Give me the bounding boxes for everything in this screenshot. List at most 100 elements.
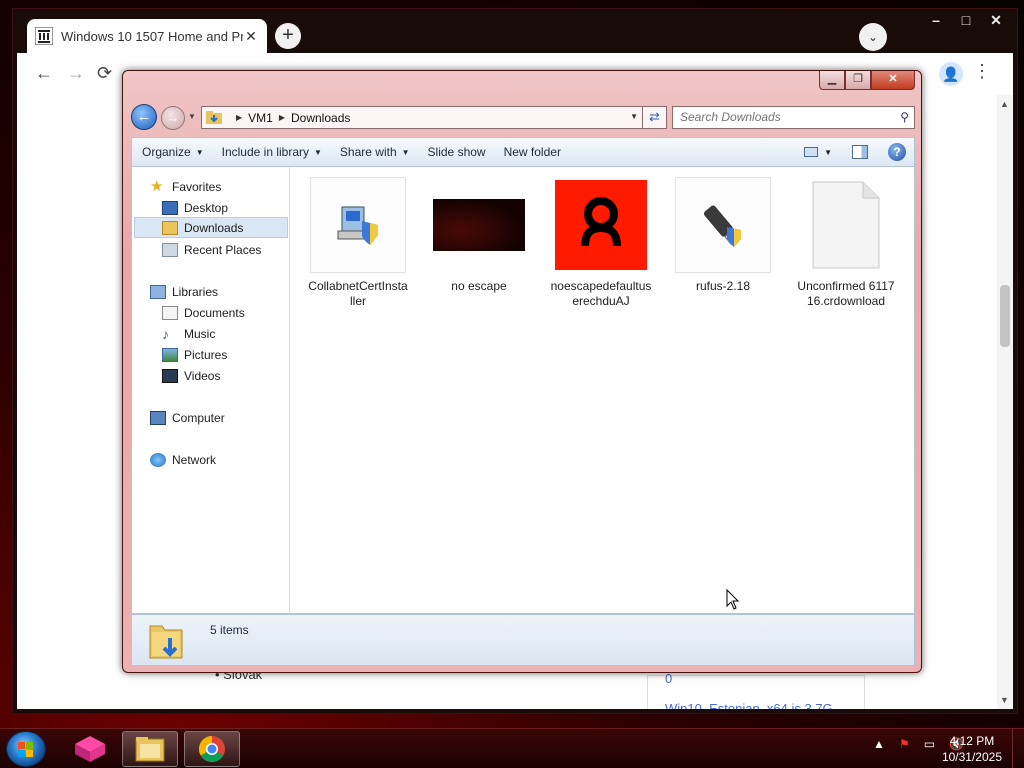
nav-pictures-label: Pictures (184, 347, 228, 362)
explorer-maximize-button[interactable]: ❐ (845, 71, 871, 90)
scroll-up-arrow-icon[interactable]: ▲ (1000, 99, 1009, 109)
recent-pages-dropdown-icon[interactable]: ▼ (188, 112, 196, 121)
chevron-down-icon: ▼ (314, 147, 322, 157)
back-button[interactable]: ← (131, 104, 157, 130)
download-link-estonian[interactable]: Win10_Estonian_x64.is 3.7G (665, 701, 833, 709)
include-in-library-menu[interactable]: Include in library ▼ (213, 138, 331, 166)
navigation-pane[interactable]: ★ Favorites Desktop Downloads Recent Pla… (132, 167, 290, 613)
share-with-menu[interactable]: Share with ▼ (331, 138, 419, 166)
film-strip-icon (162, 368, 178, 383)
nav-network-label: Network (172, 452, 217, 467)
page-scrollbar[interactable]: ▲ ▼ (997, 95, 1013, 709)
clock[interactable]: 4:12 PM 10/31/2025 (942, 733, 1002, 765)
browser-minimize-button[interactable]: – (921, 11, 951, 31)
file-item[interactable]: noescapedefaultuserechduAJ (546, 177, 656, 309)
scroll-down-arrow-icon[interactable]: ▼ (1000, 695, 1009, 705)
taskbar-app-pinned[interactable] (62, 731, 118, 767)
search-input[interactable] (680, 110, 880, 124)
nav-recent-places-label: Recent Places (184, 242, 262, 257)
nav-downloads[interactable]: Downloads (134, 217, 288, 238)
file-item[interactable]: CollabnetCertInstaller (303, 177, 413, 309)
file-name: rufus-2.18 (695, 279, 751, 293)
forward-button[interactable]: → (161, 106, 185, 130)
explorer-close-button[interactable]: ✕ (871, 71, 915, 90)
change-view-icon[interactable] (804, 147, 819, 157)
action-center-flag-icon[interactable]: ⚑ (899, 737, 910, 751)
show-desktop-button[interactable] (1012, 729, 1024, 768)
profile-avatar-icon[interactable]: 👤 (939, 62, 963, 86)
nav-recent-places[interactable]: Recent Places (162, 239, 261, 260)
file-name: CollabnetCertInstaller (308, 279, 408, 308)
file-name: no escape (451, 279, 507, 293)
nav-desktop-label: Desktop (184, 200, 229, 215)
file-item[interactable]: Unconfirmed 611716.crdownload (791, 177, 901, 309)
refresh-button[interactable]: ⇄ (643, 106, 667, 129)
organize-label: Organize (142, 145, 191, 159)
recent-places-icon (162, 242, 178, 257)
command-bar: Organize ▼ Include in library ▼ Share with… (131, 137, 915, 167)
browser-close-button[interactable]: ✕ (981, 11, 1011, 31)
nav-pictures[interactable]: Pictures (162, 344, 227, 365)
explorer-window: ▁ ❐ ✕ ← → ▼ ▶ VM1 ▶ Downloads ▼ ⇄ ⚲ Orga… (122, 70, 922, 673)
breadcrumb-separator-icon[interactable]: ▶ (279, 113, 285, 122)
show-hidden-icons-icon[interactable]: ▲ (873, 737, 885, 751)
nav-desktop[interactable]: Desktop (162, 197, 228, 218)
taskbar: ▲ ⚑ ▭ 🔇 4:12 PM 10/31/2025 (0, 728, 1024, 768)
nav-downloads-label: Downloads (184, 220, 244, 235)
kebab-menu-icon[interactable]: ⋮ (973, 61, 991, 82)
pictures-icon (162, 347, 178, 362)
new-folder-button[interactable]: New folder (495, 138, 570, 166)
forward-arrow-icon[interactable]: → (67, 63, 85, 84)
downloads-folder-icon (149, 625, 183, 659)
nav-videos[interactable]: Videos (162, 365, 220, 386)
nav-computer[interactable]: Computer (150, 407, 225, 428)
nav-network[interactable]: Network (150, 449, 216, 470)
view-options-dropdown-icon[interactable]: ▼ (824, 148, 832, 157)
search-box[interactable]: ⚲ (672, 106, 915, 129)
tab-close-icon[interactable]: ✕ (243, 28, 259, 45)
file-name: Unconfirmed 611716.crdownload (797, 279, 895, 308)
taskbar-chrome[interactable] (184, 731, 240, 767)
start-button[interactable] (6, 731, 46, 767)
folder-download-icon (206, 111, 222, 124)
organize-menu[interactable]: Organize ▼ (132, 138, 213, 166)
slide-show-button[interactable]: Slide show (419, 138, 495, 166)
scrollbar-thumb[interactable] (1000, 285, 1010, 347)
taskbar-explorer[interactable] (122, 731, 178, 767)
clock-time: 4:12 PM (949, 734, 995, 748)
back-arrow-icon[interactable]: ← (35, 63, 53, 84)
nav-music[interactable]: ♪ Music (162, 323, 215, 344)
nav-favorites[interactable]: ★ Favorites (150, 176, 221, 197)
download-link-fragment[interactable]: 0 (665, 671, 672, 686)
file-item[interactable]: no escape (424, 177, 534, 294)
share-with-label: Share with (339, 145, 397, 159)
help-icon[interactable]: ? (888, 143, 906, 161)
breadcrumb-vm1[interactable]: VM1 (248, 111, 273, 125)
downloads-folder-icon (162, 220, 178, 235)
address-row: ← → ▼ ▶ VM1 ▶ Downloads ▼ ⇄ ⚲ (131, 103, 915, 131)
reload-icon[interactable]: ⟳ (97, 63, 112, 84)
file-item[interactable]: rufus-2.18 (668, 177, 778, 294)
breadcrumb-separator-icon[interactable]: ▶ (236, 113, 242, 122)
address-dropdown-icon[interactable]: ▼ (630, 112, 638, 121)
nav-libraries[interactable]: Libraries (150, 281, 218, 302)
tab-search-chevron-icon[interactable]: ⌄ (859, 23, 887, 51)
explorer-minimize-button[interactable]: ▁ (819, 71, 845, 90)
nav-documents[interactable]: Documents (162, 302, 245, 323)
breadcrumb-downloads[interactable]: Downloads (291, 111, 350, 125)
preview-pane-icon[interactable] (852, 145, 868, 159)
nav-computer-label: Computer (172, 410, 225, 425)
browser-tab[interactable]: Windows 10 1507 Home and Pr ✕ (27, 19, 267, 53)
new-tab-button[interactable]: + (275, 23, 301, 49)
explorer-folder-icon (135, 737, 165, 762)
site-favicon-icon (35, 27, 53, 45)
clock-date: 10/31/2025 (941, 750, 1002, 764)
new-folder-label: New folder (503, 145, 561, 159)
search-icon[interactable]: ⚲ (900, 107, 909, 128)
windows-logo-icon (18, 742, 33, 757)
chevron-down-icon: ▼ (401, 147, 410, 157)
browser-maximize-button[interactable]: □ (951, 11, 981, 31)
nav-music-label: Music (184, 326, 216, 341)
address-bar[interactable]: ▶ VM1 ▶ Downloads ▼ (201, 106, 643, 129)
network-status-icon[interactable]: ▭ (924, 737, 935, 751)
